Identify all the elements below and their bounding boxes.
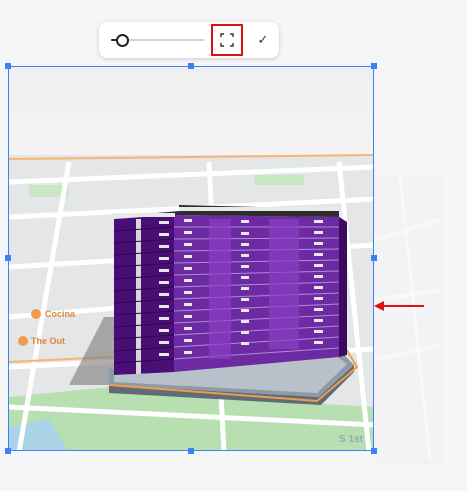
map-label-3: S 1st (339, 434, 364, 445)
resize-handle-top-right[interactable] (371, 63, 377, 69)
zoom-slider-thumb[interactable] (116, 34, 130, 47)
fullscreen-button[interactable] (211, 24, 243, 56)
resize-handle-bottom[interactable] (188, 448, 194, 454)
confirm-button[interactable]: ✓ (249, 24, 277, 56)
image-toolbar: ✓ (99, 22, 279, 58)
map-label-2: The Out (31, 336, 65, 346)
arrow-left-icon (374, 301, 424, 311)
resize-handle-right[interactable] (371, 255, 377, 261)
resize-handle-top-left[interactable] (5, 63, 11, 69)
zoom-slider[interactable] (111, 34, 205, 47)
resize-handle-bottom-right[interactable] (371, 448, 377, 454)
selected-image[interactable]: Cocina The Out S 1st (8, 66, 374, 451)
building-render: Cocina The Out S 1st (9, 67, 373, 450)
check-icon: ✓ (257, 32, 269, 47)
resize-handle-left[interactable] (5, 255, 11, 261)
map-label-1: Cocina (45, 309, 76, 319)
resize-handle-top[interactable] (188, 63, 194, 69)
expand-icon (220, 33, 234, 47)
resize-handle-bottom-left[interactable] (5, 448, 11, 454)
